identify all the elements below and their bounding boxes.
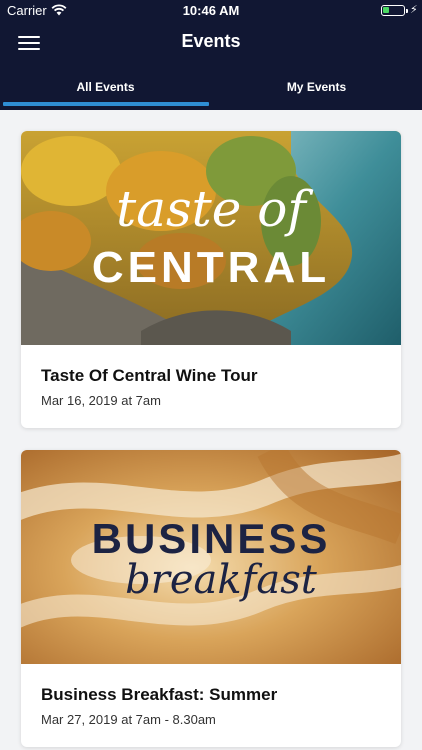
page-title: Events — [181, 31, 241, 51]
charging-bolt-icon: ⚡ — [410, 4, 418, 16]
event-image-business-breakfast: BUSINESS breakfast — [21, 450, 401, 664]
image-script-text: breakfast — [125, 557, 318, 603]
event-image-taste-of-central: taste of CENTRAL — [21, 131, 401, 345]
battery-icon — [381, 5, 408, 16]
event-card-taste-of-central[interactable]: taste of CENTRAL Taste Of Central Wine T… — [21, 131, 401, 428]
status-time: 10:46 AM — [182, 3, 240, 18]
event-title: Business Breakfast: Summer — [41, 685, 278, 704]
event-title: Taste Of Central Wine Tour — [41, 366, 258, 385]
event-date: Mar 27, 2019 at 7am - 8.30am — [41, 712, 216, 727]
active-tab-indicator — [3, 102, 209, 106]
event-date: Mar 16, 2019 at 7am — [41, 393, 161, 408]
battery-level — [383, 7, 389, 13]
status-bar: Carrier 10:46 AM ⚡ — [0, 0, 422, 22]
event-card-business-breakfast[interactable]: BUSINESS breakfast Business Breakfast: S… — [21, 450, 401, 747]
image-script-text: taste of — [116, 180, 313, 238]
tab-my-events[interactable]: My Events — [211, 72, 422, 110]
app-header: Carrier 10:46 AM ⚡ Events All Events My … — [0, 0, 422, 110]
image-block-text: BUSINESS — [92, 515, 331, 562]
image-block-text: CENTRAL — [92, 243, 330, 292]
